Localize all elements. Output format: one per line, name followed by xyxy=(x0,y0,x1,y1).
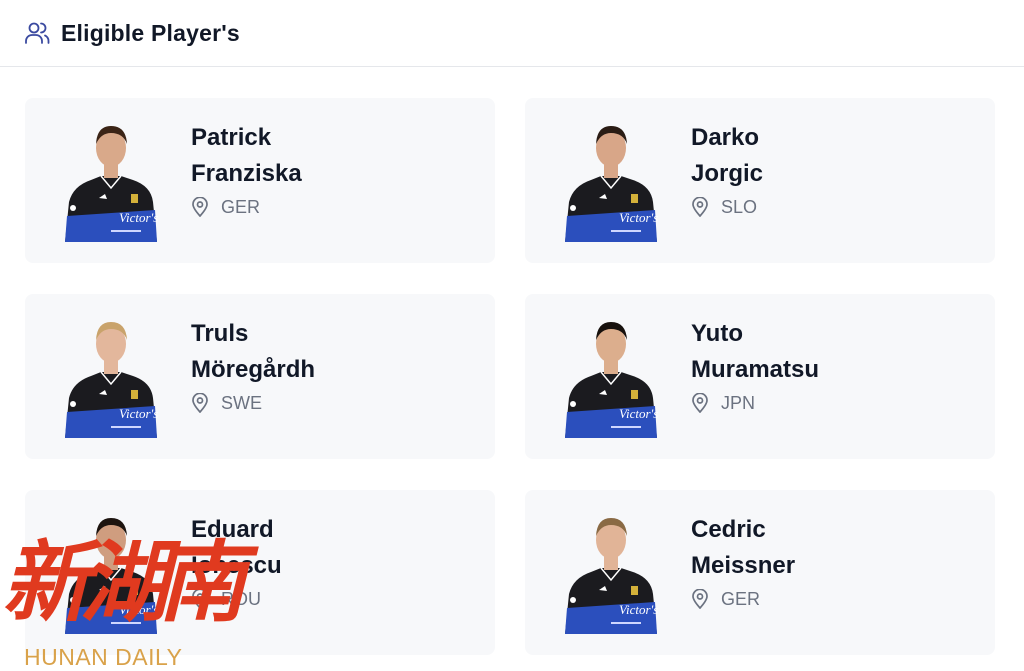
users-icon xyxy=(24,19,52,47)
player-name: Patrick Franziska xyxy=(191,120,302,192)
player-country: GER xyxy=(691,588,760,610)
player-country-code: GER xyxy=(721,588,761,609)
player-country-code: SLO xyxy=(721,196,758,217)
player-country: SWE xyxy=(191,392,262,414)
player-photo: Victor's xyxy=(561,118,661,242)
player-first-name: Patrick xyxy=(191,124,272,151)
map-pin-icon xyxy=(691,196,711,218)
player-card[interactable]: Victor's Eduard Ionescu ROU xyxy=(25,490,495,655)
player-country: JPN xyxy=(691,392,755,414)
page-header: Eligible Player's xyxy=(0,0,1024,67)
player-last-name: Ionescu xyxy=(191,552,282,579)
player-last-name: Muramatsu xyxy=(691,356,820,383)
player-photo: Victor's xyxy=(61,118,161,242)
player-name: Cedric Meissner xyxy=(691,512,795,584)
player-last-name: Möregårdh xyxy=(191,356,316,383)
player-photo: Victor's xyxy=(561,314,661,438)
player-last-name: Meissner xyxy=(691,552,796,579)
player-name: Truls Möregårdh xyxy=(191,316,315,388)
player-country-code: GER xyxy=(221,196,261,217)
player-name: Eduard Ionescu xyxy=(191,512,282,584)
page-title: Eligible Player's xyxy=(61,19,240,46)
player-card[interactable]: Victor's Cedric Meissner GER xyxy=(525,490,995,655)
player-country-code: SWE xyxy=(221,392,263,413)
player-photo: Victor's xyxy=(61,314,161,438)
svg-text:Victor's: Victor's xyxy=(119,406,158,421)
player-card[interactable]: Victor's Patrick Franziska GER xyxy=(25,98,495,263)
player-country: SLO xyxy=(691,196,757,218)
map-pin-icon xyxy=(191,392,211,414)
player-card[interactable]: Victor's Yuto Muramatsu JPN xyxy=(525,294,995,459)
player-name: Yuto Muramatsu xyxy=(691,316,819,388)
player-photo: Victor's xyxy=(561,510,661,634)
map-pin-icon xyxy=(691,588,711,610)
svg-text:Victor's: Victor's xyxy=(119,210,158,225)
svg-text:Victor's: Victor's xyxy=(619,602,658,617)
player-card[interactable]: Victor's Darko Jorgic SLO xyxy=(525,98,995,263)
player-country-code: ROU xyxy=(221,588,261,609)
player-name: Darko Jorgic xyxy=(691,120,763,192)
player-first-name: Darko xyxy=(691,124,760,151)
map-pin-icon xyxy=(191,588,211,610)
player-photo: Victor's xyxy=(61,510,161,634)
player-country: ROU xyxy=(191,588,261,610)
player-first-name: Cedric xyxy=(691,516,766,543)
player-country: GER xyxy=(191,196,260,218)
svg-text:Victor's: Victor's xyxy=(619,406,658,421)
player-first-name: Eduard xyxy=(191,516,274,543)
svg-text:Victor's: Victor's xyxy=(119,602,158,617)
player-first-name: Truls xyxy=(191,320,249,347)
player-last-name: Jorgic xyxy=(691,160,764,187)
player-card[interactable]: Victor's Truls Möregårdh SWE xyxy=(25,294,495,459)
map-pin-icon xyxy=(191,196,211,218)
svg-text:Victor's: Victor's xyxy=(619,210,658,225)
player-first-name: Yuto xyxy=(691,320,743,347)
player-country-code: JPN xyxy=(721,392,756,413)
map-pin-icon xyxy=(691,392,711,414)
player-last-name: Franziska xyxy=(191,160,302,187)
